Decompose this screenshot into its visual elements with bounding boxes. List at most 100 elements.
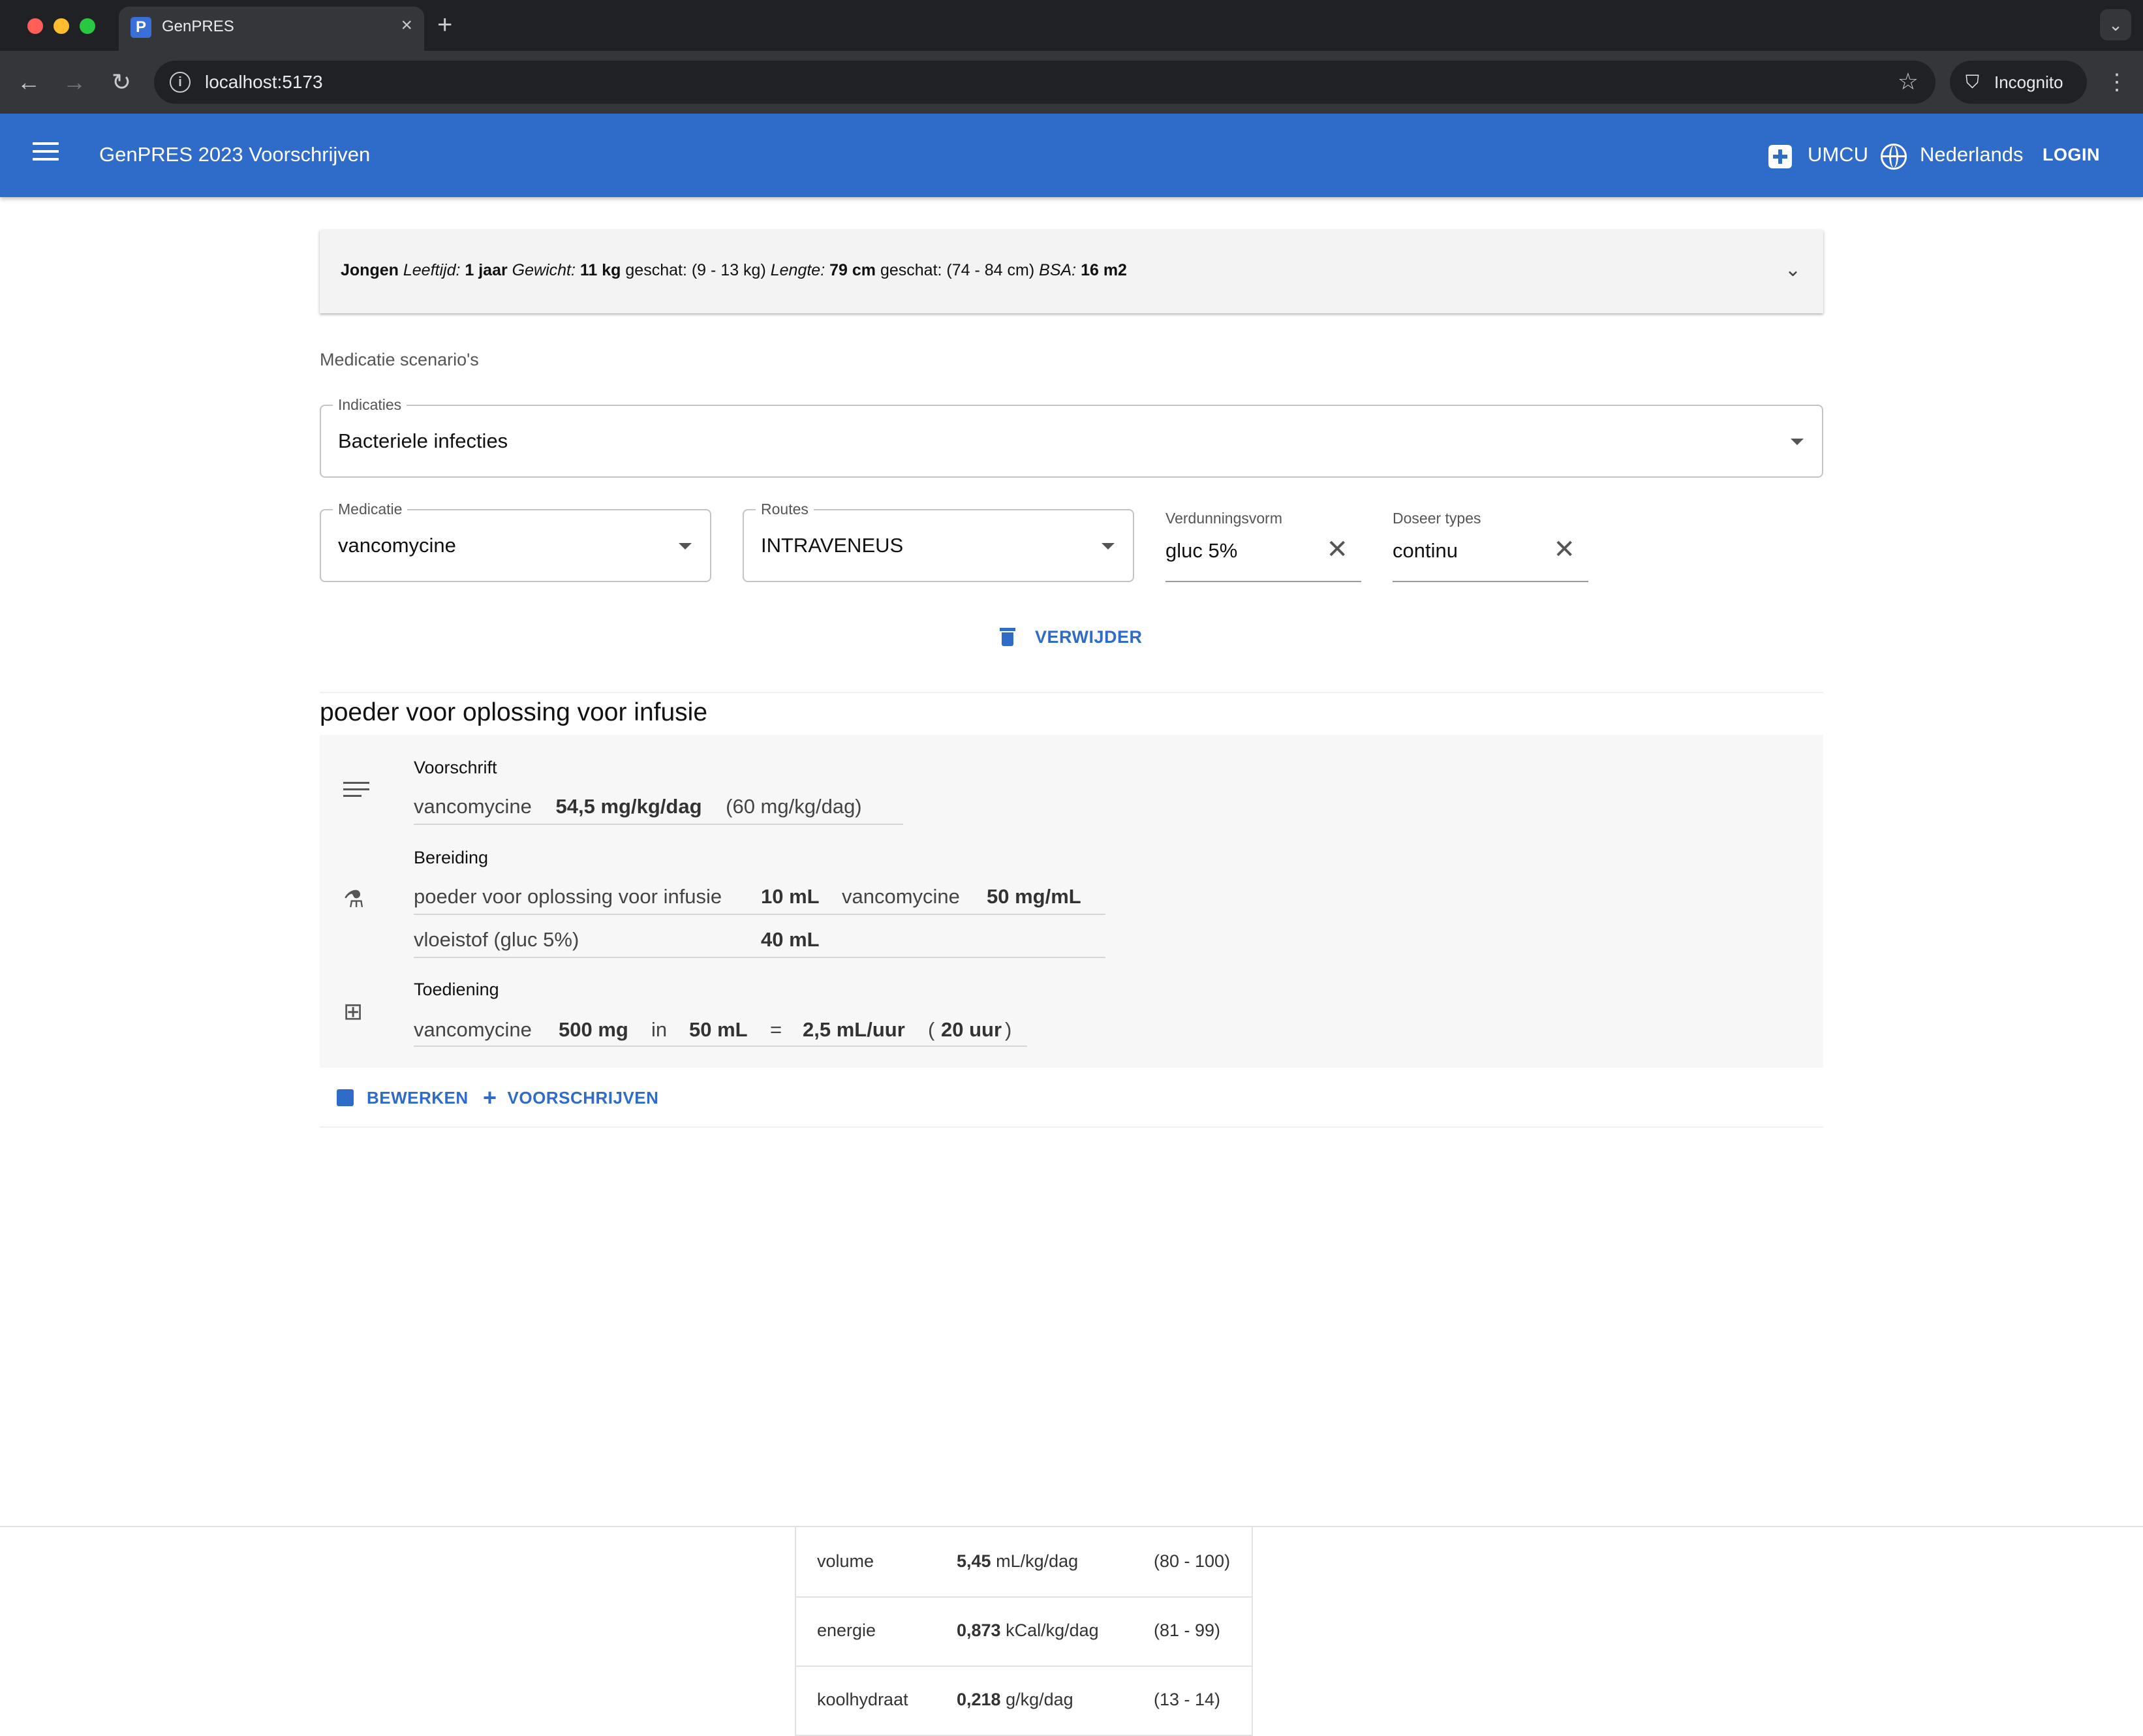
window-close-dot[interactable] <box>27 18 43 34</box>
row-underline <box>414 824 903 825</box>
row-underline <box>414 1046 1027 1047</box>
bereiding-heading: Bereiding <box>414 848 489 867</box>
prescription-card: Voorschrift vancomycine 54,5 mg/kg/dag (… <box>320 735 1823 1068</box>
summary-range: (80 - 100) <box>1154 1551 1231 1571</box>
clear-dose-type-icon[interactable]: ✕ <box>1553 535 1575 564</box>
dose-type-value[interactable]: continu <box>1393 538 1458 564</box>
bereiding-substance: vancomycine <box>842 885 960 908</box>
patient-length: 79 cm <box>829 261 876 279</box>
patient-weight: 11 kg <box>579 261 621 279</box>
hospital-icon[interactable] <box>1768 145 1792 168</box>
bereiding-diluent-qty: 40 mL <box>761 928 820 951</box>
syringe-vial-icon: ⚗ <box>343 886 365 912</box>
forward-icon[interactable]: → <box>56 64 93 101</box>
dilution-field[interactable]: Verdunningsvorm gluc 5% ✕ <box>1165 509 1361 582</box>
patient-summary: Jongen Leeftijd: 1 jaar Gewicht: 11 kg g… <box>341 258 1127 282</box>
table-row: energie 0,873 kCal/kg/dag (81 - 99) <box>796 1596 1252 1667</box>
new-tab-button[interactable]: + <box>437 9 452 40</box>
clear-dilution-icon[interactable]: ✕ <box>1326 535 1348 564</box>
dropdown-arrow-icon <box>679 543 692 550</box>
incognito-icon: ⛉ <box>1966 72 1980 92</box>
row-underline <box>414 914 1105 915</box>
notes-icon <box>343 782 369 808</box>
toediening-in: in <box>651 1018 668 1041</box>
edit-label: BEWERKEN <box>367 1088 469 1108</box>
row-underline <box>414 957 1105 958</box>
length-label: Lengte: <box>770 261 825 279</box>
bookmark-star-icon[interactable]: ☆ <box>1898 67 1919 96</box>
weight-estimate: geschat: (9 - 13 kg) <box>625 261 766 279</box>
dilution-value[interactable]: gluc 5% <box>1165 538 1237 564</box>
voorschrift-drug: vancomycine <box>414 795 532 818</box>
nutrition-summary-table: volume 5,45 mL/kg/dag (80 - 100) energie… <box>795 1527 1253 1736</box>
dose-type-field[interactable]: Doseer types continu ✕ <box>1393 509 1588 582</box>
indication-select[interactable]: Indicaties Bacteriele infecties <box>320 395 1823 478</box>
voorschrift-dose: 54,5 mg/kg/dag <box>555 795 702 818</box>
expand-chevron-icon[interactable]: ⌄ <box>1785 253 1801 287</box>
voorschrift-norm: (60 mg/kg/dag) <box>726 795 862 818</box>
reload-icon[interactable]: ↻ <box>103 64 140 101</box>
table-row: koolhydraat 0,218 g/kg/dag (13 - 14) <box>796 1666 1252 1736</box>
patient-panel[interactable]: Jongen Leeftijd: 1 jaar Gewicht: 11 kg g… <box>320 230 1823 313</box>
toediening-rate: 2,5 mL/uur <box>803 1018 905 1041</box>
route-select[interactable]: Routes INTRAVENEUS <box>743 500 1134 582</box>
prescription-title: poeder voor oplossing voor infusie <box>320 698 708 726</box>
tab-title: GenPRES <box>162 18 234 35</box>
summary-value: 0,218 g/kg/dag <box>957 1690 1073 1709</box>
window-maximize-dot[interactable] <box>80 18 95 34</box>
app-bar: GenPRES 2023 Voorschrijven UMCU Nederlan… <box>0 114 2143 197</box>
bereiding-diluent: vloeistof (gluc 5%) <box>414 928 579 951</box>
summary-name: koolhydraat <box>817 1690 908 1709</box>
route-value: INTRAVENEUS <box>761 534 904 557</box>
edit-button[interactable]: BEWERKEN <box>337 1086 469 1109</box>
length-estimate: geschat: (74 - 84 cm) <box>880 261 1035 279</box>
plus-icon: + <box>483 1084 497 1111</box>
url-text[interactable]: localhost:5173 <box>205 70 323 95</box>
medication-select[interactable]: Medicatie vancomycine <box>320 500 711 582</box>
summary-value: 5,45 mL/kg/dag <box>957 1551 1079 1571</box>
indication-label: Indicaties <box>333 395 407 414</box>
bereiding-conc: 50 mg/mL <box>987 885 1081 908</box>
trash-icon <box>1000 628 1015 646</box>
toediening-paren-close: ) <box>1005 1018 1012 1041</box>
divider <box>320 692 1823 693</box>
incognito-badge[interactable]: ⛉ Incognito <box>1950 61 2087 104</box>
patient-gender: Jongen <box>341 261 399 279</box>
hamburger-menu-icon[interactable] <box>33 142 59 166</box>
weight-label: Gewicht: <box>512 261 576 279</box>
calculator-icon <box>337 1089 354 1106</box>
voorschrift-heading: Voorschrift <box>414 758 497 777</box>
tab-search-icon[interactable]: ⌄ <box>2100 9 2131 40</box>
dropdown-arrow-icon <box>1102 543 1115 550</box>
toediening-time: 20 uur <box>941 1018 1002 1041</box>
voorschrift-row: vancomycine 54,5 mg/kg/dag (60 mg/kg/dag… <box>414 794 862 820</box>
summary-name: energie <box>817 1620 876 1640</box>
incognito-label: Incognito <box>1994 72 2063 92</box>
bsa-label: BSA: <box>1039 261 1077 279</box>
toediening-equals: = <box>770 1018 782 1041</box>
summary-range: (13 - 14) <box>1154 1690 1221 1709</box>
login-button[interactable]: LOGIN <box>2043 140 2100 170</box>
bereiding-component: poeder voor oplossing voor infusie <box>414 885 722 908</box>
back-icon[interactable]: ← <box>10 64 47 101</box>
tab-close-icon[interactable]: × <box>401 14 412 37</box>
summary-name: volume <box>817 1551 874 1571</box>
address-bar[interactable]: i localhost:5173 ☆ <box>154 61 1935 104</box>
table-row: volume 5,45 mL/kg/dag (80 - 100) <box>796 1527 1252 1598</box>
toediening-heading: Toediening <box>414 980 499 999</box>
browser-tab[interactable]: P GenPRES × <box>119 7 424 51</box>
dropdown-arrow-icon <box>1791 439 1804 445</box>
globe-icon[interactable] <box>1881 144 1907 170</box>
browser-menu-icon[interactable]: ⋮ <box>2105 64 2129 101</box>
language-label[interactable]: Nederlands <box>1920 140 2024 170</box>
summary-range: (81 - 99) <box>1154 1620 1221 1640</box>
patient-age: 1 jaar <box>465 261 508 279</box>
window-minimize-dot[interactable] <box>54 18 69 34</box>
hospital-label[interactable]: UMCU <box>1808 140 1868 170</box>
site-info-icon[interactable]: i <box>170 72 191 93</box>
bereiding-component-qty: 10 mL <box>761 885 820 908</box>
dose-type-label: Doseer types <box>1393 510 1481 527</box>
patient-bsa: 16 m2 <box>1081 261 1127 279</box>
delete-label: VERWIJDER <box>1035 627 1143 647</box>
prescribe-button[interactable]: + VOORSCHRIJVEN <box>483 1086 658 1109</box>
